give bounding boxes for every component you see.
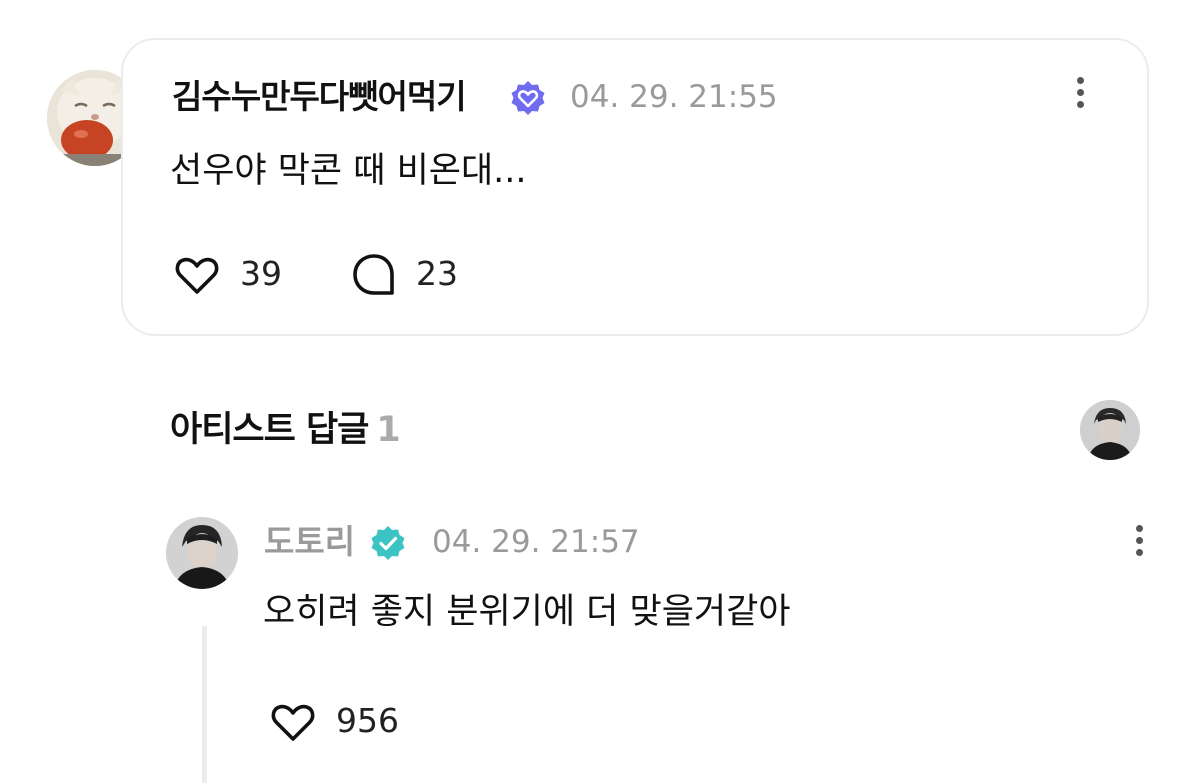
artist-replies-title-text: 아티스트 답글 xyxy=(170,410,369,450)
artist-replies-count: 1 xyxy=(376,410,400,450)
reply-author-name[interactable]: 도토리 xyxy=(264,520,355,564)
reply-timestamp: 04. 29. 21:57 xyxy=(432,524,640,560)
post-more-options-icon[interactable] xyxy=(1072,72,1088,116)
reply-like-count: 956 xyxy=(336,701,399,740)
speech-bubble-icon[interactable] xyxy=(350,251,398,299)
verified-check-badge-icon xyxy=(371,526,405,560)
post-timestamp: 04. 29. 21:55 xyxy=(570,79,778,115)
reply-more-options-icon[interactable] xyxy=(1131,520,1147,564)
post-text: 선우야 막콘 때 비온대... xyxy=(170,151,527,191)
post-like-count: 39 xyxy=(240,254,282,293)
artist-portrait-image xyxy=(1080,400,1140,460)
artist-avatar[interactable] xyxy=(166,517,238,589)
reply-thread-line xyxy=(202,626,207,783)
post-author-name[interactable]: 김수누만두다뺏어먹기 xyxy=(172,75,467,119)
reply-text: 오히려 좋지 분위기에 더 맞을거같아 xyxy=(263,592,791,632)
heart-outline-icon[interactable] xyxy=(268,697,318,747)
artist-portrait-image xyxy=(166,517,238,589)
artist-replies-title: 아티스트 답글 1 xyxy=(170,406,401,454)
post-comment-count: 23 xyxy=(416,254,458,293)
artist-avatar-small[interactable] xyxy=(1080,400,1140,460)
heart-outline-icon[interactable] xyxy=(172,250,222,300)
verified-heart-badge-icon xyxy=(511,81,545,115)
